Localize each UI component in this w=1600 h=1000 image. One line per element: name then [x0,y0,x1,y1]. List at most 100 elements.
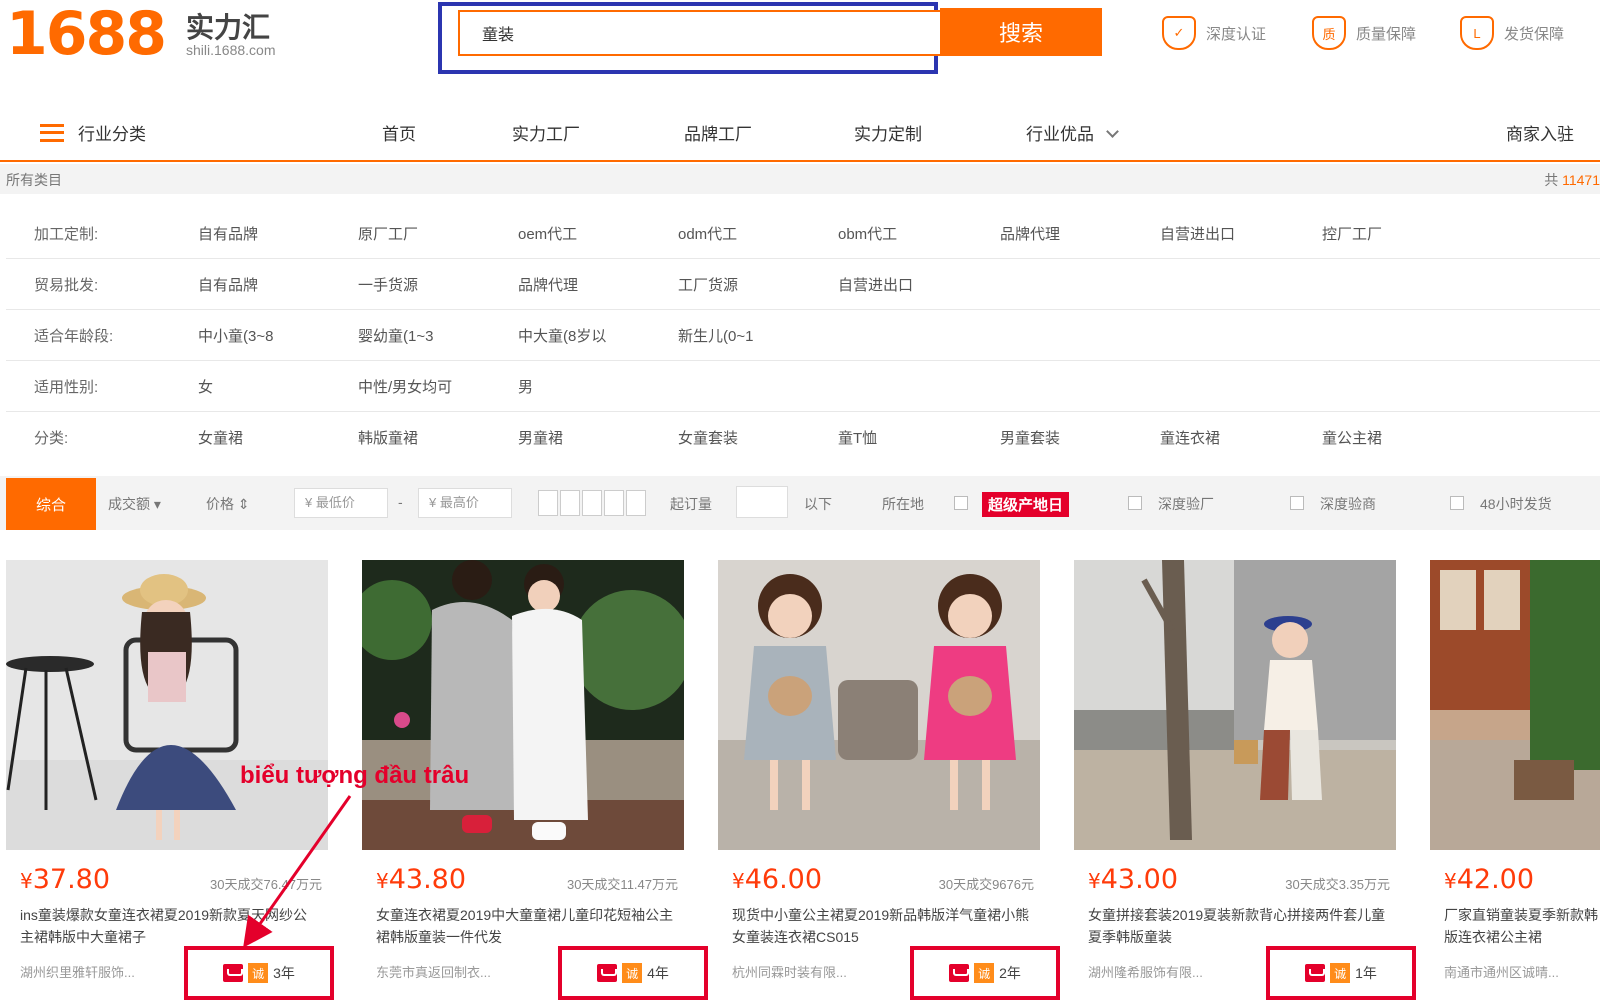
filter-option[interactable]: 中小童(3~8 [198,325,273,346]
buffalo-head-icon [597,964,618,982]
filter-label: 贸易批发: [34,277,99,294]
supplier-badge-highlight: 诚 3年 [184,946,334,1000]
view-mode-toggle[interactable] [538,490,646,516]
product-card[interactable]: ¥43.00 30天成交3.35万元 女童拼接套装2019夏装新款背心拼接两件套… [1074,560,1416,1000]
filter-option[interactable]: 中性/男女均可 [358,376,452,397]
shop-name[interactable]: 杭州同霖时装有限... [732,962,847,981]
nav-link-industry-picks[interactable]: 行业优品 [1026,120,1119,145]
product-title[interactable]: 女童拼接套装2019夏装新款背心拼接两件套儿童夏季韩版童装 [1088,904,1388,948]
nav-link-brand-factory[interactable]: 品牌工厂 [684,120,752,145]
filter-option[interactable]: 男童裙 [518,427,563,448]
filter-option[interactable]: 工厂货源 [678,274,738,295]
check-factory-checkbox[interactable] [1128,496,1142,510]
filter-option[interactable]: 自营进出口 [838,274,913,295]
filter-option[interactable]: 品牌代理 [1000,223,1060,244]
shop-name[interactable]: 湖州隆希服饰有限... [1088,962,1203,981]
product-title[interactable]: 现货中小童公主裙夏2019新品韩版洋气童裙小熊女童装连衣裙CS015 [732,904,1032,948]
price-range-dash: - [398,494,403,510]
category-menu-label: 行业分类 [78,125,146,144]
moq-input[interactable] [736,486,788,518]
price-currency: ¥ [732,869,745,893]
guarantee-shipping[interactable]: L 发货保障 [1460,16,1564,50]
sort-arrows-icon: ⇕ [237,496,250,512]
buffalo-head-icon [949,964,970,982]
product-title[interactable]: ins童装爆款女童连衣裙夏2019新款夏天网纱公主裙韩版中大童裙子 [20,904,320,948]
filter-row-gender: 适用性别: 女 中性/男女均可 男 [6,361,1600,412]
filter-option[interactable]: 韩版童裙 [358,427,418,448]
integrity-icon: 诚 [1330,963,1351,983]
fast-ship-label: 48小时发货 [1480,496,1552,512]
filter-option[interactable]: 男 [518,376,533,397]
annotation-text: biểu tượng đầu trâu [240,762,470,789]
filter-option[interactable]: oem代工 [518,223,577,244]
supplier-badge-highlight: 诚 4年 [558,946,708,1000]
search-button[interactable]: 搜索 [940,8,1102,56]
product-image[interactable] [6,560,328,850]
filter-option[interactable]: 控厂工厂 [1322,223,1382,244]
filter-row-category: 分类: 女童裙 韩版童裙 男童裙 女童套装 童T恤 男童套装 童连衣裙 童公主裙 [6,412,1600,463]
fast-ship-checkbox[interactable] [1450,496,1464,510]
search-input[interactable] [458,10,940,56]
filter-option[interactable]: 女 [198,376,213,397]
product-image[interactable] [718,560,1040,850]
integrity-icon: 诚 [622,963,643,983]
filter-option[interactable]: 婴幼童(1~3 [358,325,433,346]
guarantee-quality[interactable]: 质 质量保障 [1312,16,1416,50]
logo-name[interactable]: 实力汇 [186,6,270,46]
filter-option[interactable]: 一手货源 [358,274,418,295]
guarantee-depth-cert[interactable]: ✓ 深度认证 [1162,16,1266,50]
filter-option[interactable]: 中大童(8岁以 [518,325,606,346]
nav-link-home[interactable]: 首页 [382,120,416,145]
check-merchant-checkbox[interactable] [1290,496,1304,510]
price-value: 37.80 [32,864,111,895]
filter-option[interactable]: 自有品牌 [198,223,258,244]
large-view-icon[interactable] [582,490,602,516]
filter-option[interactable]: 新生儿(0~1 [678,325,753,346]
filter-option[interactable]: odm代工 [678,223,737,244]
nav-link-strong-factory[interactable]: 实力工厂 [512,120,580,145]
location-filter[interactable]: 所在地 [882,494,924,514]
min-price-input[interactable]: ¥ 最低价 [294,488,388,518]
breadcrumb-all-categories[interactable]: 所有类目 [6,170,62,190]
filter-option[interactable]: 童连衣裙 [1160,427,1220,448]
product-card[interactable]: ¥46.00 30天成交9676元 现货中小童公主裙夏2019新品韩版洋气童裙小… [718,560,1060,1000]
compact-view-icon[interactable] [604,490,624,516]
table-view-icon[interactable] [626,490,646,516]
shop-name[interactable]: 东莞市真返回制衣... [376,962,491,981]
category-menu[interactable]: 行业分类 [40,120,146,145]
filter-option[interactable]: 童T恤 [838,427,877,448]
filter-option[interactable]: 女童套装 [678,427,738,448]
filter-option[interactable]: 原厂工厂 [358,223,418,244]
filter-option[interactable]: 自营进出口 [1160,223,1235,244]
filter-label: 加工定制: [34,226,99,243]
list-view-icon[interactable] [560,490,580,516]
nav-link-custom[interactable]: 实力定制 [854,120,922,145]
product-image[interactable] [1430,560,1600,850]
promo-badge[interactable]: 超级产地日 [982,492,1070,517]
grid-view-icon[interactable] [538,490,558,516]
filter-option[interactable]: obm代工 [838,223,897,244]
max-price-input[interactable]: ¥ 最高价 [418,488,512,518]
product-price: ¥46.00 [732,864,822,895]
price-value: 43.80 [388,864,467,895]
filter-option[interactable]: 自有品牌 [198,274,258,295]
sort-default-tab[interactable]: 综合 [6,478,96,530]
shop-name[interactable]: 湖州织里雅轩服饰... [20,962,135,981]
nav-link-merchant-join[interactable]: 商家入驻 [1506,120,1574,145]
filter-option[interactable]: 男童套装 [1000,427,1060,448]
product-title[interactable]: 女童连衣裙夏2019中大童童裙儿童印花短袖公主裙韩版童装一件代发 [376,904,676,948]
product-image[interactable] [1074,560,1396,850]
promo-checkbox[interactable] [954,496,968,510]
product-title[interactable]: 厂家直销童装夏季新款韩版连衣裙公主裙 [1444,904,1600,948]
filter-option[interactable]: 女童裙 [198,427,243,448]
shop-name[interactable]: 南通市通州区诚晴... [1444,962,1559,981]
product-card[interactable]: ¥42.00 厂家直销童装夏季新款韩版连衣裙公主裙 南通市通州区诚晴... [1430,560,1600,1000]
sort-by-price[interactable]: 价格 ⇕ [206,494,250,514]
logo-number[interactable]: 1688 [6,2,167,66]
filter-option[interactable]: 品牌代理 [518,274,578,295]
sort-by-sales[interactable]: 成交额 ▾ [108,494,161,514]
filter-option[interactable]: 童公主裙 [1322,427,1382,448]
supplier-years: 1年 [1355,965,1377,981]
product-image[interactable] [362,560,684,850]
moq-label: 起订量 [670,496,712,512]
